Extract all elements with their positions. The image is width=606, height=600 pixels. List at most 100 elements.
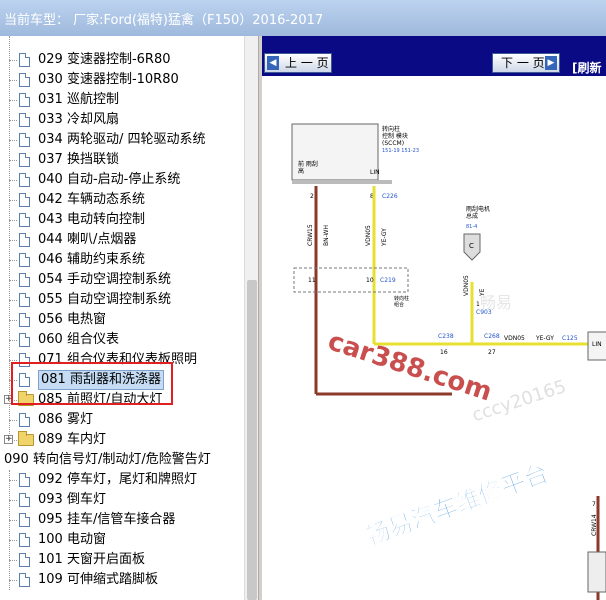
- document-icon: [19, 73, 30, 87]
- document-icon: [19, 473, 30, 487]
- wire1-code: CRW15: [307, 224, 314, 246]
- tree-item[interactable]: 031 巡航控制: [0, 90, 244, 110]
- tree-item[interactable]: 086 雾灯: [0, 410, 244, 430]
- tree-item[interactable]: 042 车辆动态系统: [0, 190, 244, 210]
- document-icon: [19, 573, 30, 587]
- tree-item[interactable]: 040 自动-启动-停止系统: [0, 170, 244, 190]
- wire4-code: VDN05: [504, 335, 525, 342]
- tree-item-label: 060 组合仪表: [38, 332, 119, 347]
- tree-item[interactable]: 055 自动空调控制系统: [0, 290, 244, 310]
- sccm-module-box: [291, 123, 379, 181]
- tree-connector: [9, 320, 17, 321]
- right-lin-label: LIN: [592, 341, 602, 348]
- vehicle-model-title: 当前车型： 厂家:Ford(福特)猛禽（F150）2016-2017: [4, 13, 324, 28]
- tree-connector: [9, 580, 17, 581]
- tree-item[interactable]: 060 组合仪表: [0, 330, 244, 350]
- document-icon: [19, 273, 30, 287]
- pin-7: 7: [592, 501, 596, 508]
- tree-item[interactable]: 034 两轮驱动/ 四轮驱动系统: [0, 130, 244, 150]
- scrollbar-thumb[interactable]: [247, 280, 257, 600]
- tree-item-label: 033 冷却风扇: [38, 112, 119, 127]
- tree-item[interactable]: 093 倒车灯: [0, 490, 244, 510]
- document-icon: [19, 553, 30, 567]
- tree-item[interactable]: 037 换挡联锁: [0, 150, 244, 170]
- document-icon: [19, 173, 30, 187]
- tree-connector: [9, 200, 17, 201]
- lin-pin-label: LIN: [370, 169, 380, 176]
- document-icon: [19, 233, 30, 247]
- connector-c219: C219: [380, 277, 396, 284]
- tree-connector: [9, 500, 17, 501]
- document-icon: [19, 293, 30, 307]
- tree-item[interactable]: 044 喇叭/点烟器: [0, 230, 244, 250]
- document-icon: [19, 253, 30, 267]
- tree-item[interactable]: 054 手动空调控制系统: [0, 270, 244, 290]
- tree-item-label: 031 巡航控制: [38, 92, 119, 107]
- module-base: [292, 180, 392, 184]
- tree-item[interactable]: 056 电热窗: [0, 310, 244, 330]
- tree-item-label: 043 电动转向控制: [38, 212, 145, 227]
- tree-connector: [9, 120, 17, 121]
- document-icon: [19, 413, 30, 427]
- document-icon: [19, 493, 30, 507]
- wire2-code: VDN05: [365, 225, 372, 246]
- document-icon: [19, 313, 30, 327]
- tree-item[interactable]: +089 车内灯: [0, 430, 244, 450]
- tree-connector: [9, 100, 17, 101]
- tree-connector: [9, 340, 17, 341]
- tree-connector: [9, 420, 17, 421]
- document-icon: [19, 113, 30, 127]
- tree-panel: 029 变速器控制-6R80 030 变速器控制-10R80 031 巡航控制 033…: [0, 36, 258, 600]
- tree-item-label: 092 停车灯，尾灯和牌照灯: [38, 472, 197, 487]
- next-page-button[interactable]: 下 一 页 ▶: [492, 53, 560, 73]
- nav-toolbar: ◀ 上 一 页 下 一 页 ▶ [刷新: [262, 36, 606, 76]
- tree-connector: [9, 80, 17, 81]
- connector-c125: C125: [562, 335, 578, 342]
- tree-item-label: 056 电热窗: [38, 312, 106, 327]
- tree-connector: [9, 160, 17, 161]
- document-icon: [19, 213, 30, 227]
- tree-connector: [9, 240, 17, 241]
- tree-vertical-line: [9, 36, 10, 440]
- tree-item-label: 054 手动空调控制系统: [38, 272, 171, 287]
- tree-item-label: 042 车辆动态系统: [38, 192, 145, 207]
- tree-item-label: 109 可伸缩式踏脚板: [38, 572, 158, 587]
- steering-column-label: 转向柱组合: [394, 295, 409, 308]
- folder-icon: [18, 431, 34, 446]
- tree-item[interactable]: 092 停车灯，尾灯和牌照灯: [0, 470, 244, 490]
- prev-page-button[interactable]: ◀ 上 一 页: [264, 53, 332, 73]
- connector-c226: C226: [382, 193, 398, 200]
- watermark-small: 畅易: [480, 293, 512, 312]
- tree-item[interactable]: 101 天窗开启面板: [0, 550, 244, 570]
- tree-item-label: 044 喇叭/点烟器: [38, 232, 137, 247]
- diagram-panel: ◀ 上 一 页 下 一 页 ▶ [刷新 转向柱控制 模块(SCCM) 151-1…: [262, 36, 606, 600]
- tree-item[interactable]: 030 变速器控制-10R80: [0, 70, 244, 90]
- tree-item-label: 030 变速器控制-10R80: [38, 72, 179, 87]
- tree-connector: [9, 300, 17, 301]
- tree-connector: [9, 140, 17, 141]
- right-bottom-component: [587, 551, 606, 593]
- right-arrow-icon: ▶: [545, 56, 557, 70]
- document-icon: [19, 133, 30, 147]
- refresh-link[interactable]: [刷新: [572, 59, 602, 76]
- tree-connector: [9, 360, 17, 361]
- tree-category[interactable]: 090 转向信号灯/制动灯/危险警告灯: [0, 450, 244, 470]
- tree-item-label: 093 倒车灯: [38, 492, 106, 507]
- tree-connector: [9, 280, 17, 281]
- tree-item-label: 029 变速器控制-6R80: [38, 52, 171, 67]
- tree-connector: [9, 480, 17, 481]
- watermark-brand: 畅易汽车维修平台: [362, 459, 552, 551]
- tree-item-label: 086 雾灯: [38, 412, 93, 427]
- tree-item[interactable]: 046 辅助约束系统: [0, 250, 244, 270]
- tree-item[interactable]: 109 可伸缩式踏脚板: [0, 570, 244, 590]
- tree-vertical-line: [9, 470, 10, 590]
- tree-item[interactable]: 100 电动窗: [0, 530, 244, 550]
- tree-item[interactable]: 029 变速器控制-6R80: [0, 50, 244, 70]
- tree-item[interactable]: 043 电动转向控制: [0, 210, 244, 230]
- document-icon: [19, 153, 30, 167]
- tree-scrollbar[interactable]: [244, 36, 258, 600]
- module-code: 151-19 151-23: [382, 148, 419, 154]
- document-icon: [19, 193, 30, 207]
- tree-item[interactable]: 095 挂车/信管车接合器: [0, 510, 244, 530]
- tree-item[interactable]: 033 冷却风扇: [0, 110, 244, 130]
